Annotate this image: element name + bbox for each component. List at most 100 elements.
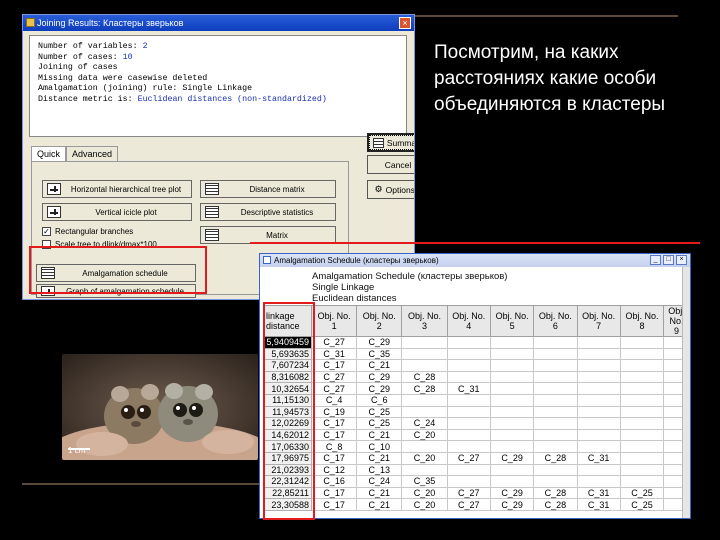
object-cell[interactable]: C_21 [356,359,403,372]
object-cell[interactable]: C_29 [489,486,535,500]
object-cell[interactable] [533,463,578,477]
object-cell[interactable] [446,463,491,477]
object-cell[interactable]: C_35 [401,475,448,488]
options-button[interactable]: ⚙ Options ▾ [367,180,414,199]
object-cell[interactable] [619,382,665,395]
object-cell[interactable] [576,370,621,384]
object-cell[interactable] [619,393,665,407]
object-cell[interactable] [533,405,578,419]
object-cell[interactable] [619,347,665,361]
minimize-icon[interactable]: _ [650,255,661,265]
object-cell[interactable]: C_10 [356,440,403,453]
sheet-titlebar[interactable]: Amalgamation Schedule (кластеры зверьков… [260,254,690,267]
object-cell[interactable]: C_16 [310,475,358,488]
object-cell[interactable] [576,359,621,372]
close-icon[interactable]: × [676,255,687,265]
object-cell[interactable]: C_31 [576,486,621,500]
column-header-obj-no[interactable]: Obj. No. 4 [446,305,491,337]
object-cell[interactable] [619,440,665,453]
object-cell[interactable] [533,475,578,488]
object-cell[interactable]: C_27 [310,336,358,349]
object-cell[interactable] [576,417,621,430]
object-cell[interactable]: C_17 [310,417,358,430]
tab-advanced[interactable]: Advanced [66,146,119,162]
object-cell[interactable]: C_25 [356,417,403,430]
column-header-obj-no[interactable]: Obj. No. 3 [401,305,448,337]
object-cell[interactable] [576,382,621,395]
object-cell[interactable] [533,336,578,349]
column-header-obj-no[interactable]: Obj. No. 8 [619,305,665,337]
object-cell[interactable] [533,347,578,361]
object-cell[interactable] [489,382,535,395]
object-cell[interactable]: C_4 [310,393,358,407]
object-cell[interactable] [533,359,578,372]
object-cell[interactable] [619,463,665,477]
object-cell[interactable] [446,347,491,361]
object-cell[interactable]: C_17 [310,359,358,372]
object-cell[interactable] [489,417,535,430]
object-cell[interactable] [533,382,578,395]
object-cell[interactable] [619,336,665,349]
object-cell[interactable]: C_27 [446,451,491,465]
object-cell[interactable] [619,428,665,442]
object-cell[interactable] [401,463,448,477]
object-cell[interactable]: C_29 [356,336,403,349]
object-cell[interactable] [619,451,665,465]
object-cell[interactable]: C_24 [356,475,403,488]
object-cell[interactable]: C_25 [619,498,665,511]
object-cell[interactable] [489,393,535,407]
object-cell[interactable]: C_31 [446,382,491,395]
column-header-obj-no[interactable]: Obj. No. 1 [310,305,358,337]
tab-quick[interactable]: Quick [31,146,67,162]
object-cell[interactable] [401,347,448,361]
object-cell[interactable] [446,370,491,384]
object-cell[interactable] [489,463,535,477]
object-cell[interactable]: C_31 [576,451,621,465]
object-cell[interactable]: C_28 [533,486,578,500]
object-cell[interactable]: C_31 [310,347,358,361]
object-cell[interactable] [533,393,578,407]
object-cell[interactable]: C_17 [310,486,358,500]
object-cell[interactable] [446,475,491,488]
object-cell[interactable]: C_27 [310,370,358,384]
column-header-obj-no[interactable]: Obj. No. 6 [533,305,578,337]
object-cell[interactable] [533,440,578,453]
object-cell[interactable] [489,347,535,361]
object-cell[interactable] [576,463,621,477]
object-cell[interactable]: C_25 [356,405,403,419]
object-cell[interactable]: C_20 [401,486,448,500]
object-cell[interactable] [401,393,448,407]
object-cell[interactable] [446,417,491,430]
object-cell[interactable] [533,417,578,430]
object-cell[interactable]: C_35 [356,347,403,361]
cancel-button[interactable]: Cancel [367,155,414,174]
dialog-titlebar[interactable]: Joining Results: Кластеры зверьков × [23,15,414,31]
object-cell[interactable] [576,393,621,407]
object-cell[interactable]: C_29 [489,451,535,465]
object-cell[interactable]: C_27 [446,498,491,511]
object-cell[interactable]: C_13 [356,463,403,477]
object-cell[interactable] [489,405,535,419]
object-cell[interactable] [446,440,491,453]
distance-matrix-button[interactable]: Distance matrix [200,180,336,198]
object-cell[interactable]: C_19 [310,405,358,419]
object-cell[interactable]: C_29 [489,498,535,511]
object-cell[interactable] [446,359,491,372]
object-cell[interactable]: C_27 [310,382,358,395]
rectangular-branches-checkbox[interactable]: ✓ Rectangular branches [42,227,133,236]
summary-button[interactable]: Summary [367,133,414,152]
object-cell[interactable]: C_6 [356,393,403,407]
object-cell[interactable] [489,336,535,349]
descriptive-statistics-button[interactable]: Descriptive statistics [200,203,336,221]
object-cell[interactable]: C_28 [401,382,448,395]
object-cell[interactable] [619,475,665,488]
object-cell[interactable]: C_20 [401,451,448,465]
object-cell[interactable] [619,405,665,419]
object-cell[interactable]: C_17 [310,451,358,465]
object-cell[interactable] [401,359,448,372]
vertical-icicle-plot-button[interactable]: Vertical icicle plot [42,203,192,221]
object-cell[interactable] [619,370,665,384]
object-cell[interactable]: C_17 [310,428,358,442]
object-cell[interactable] [489,359,535,372]
object-cell[interactable] [446,336,491,349]
